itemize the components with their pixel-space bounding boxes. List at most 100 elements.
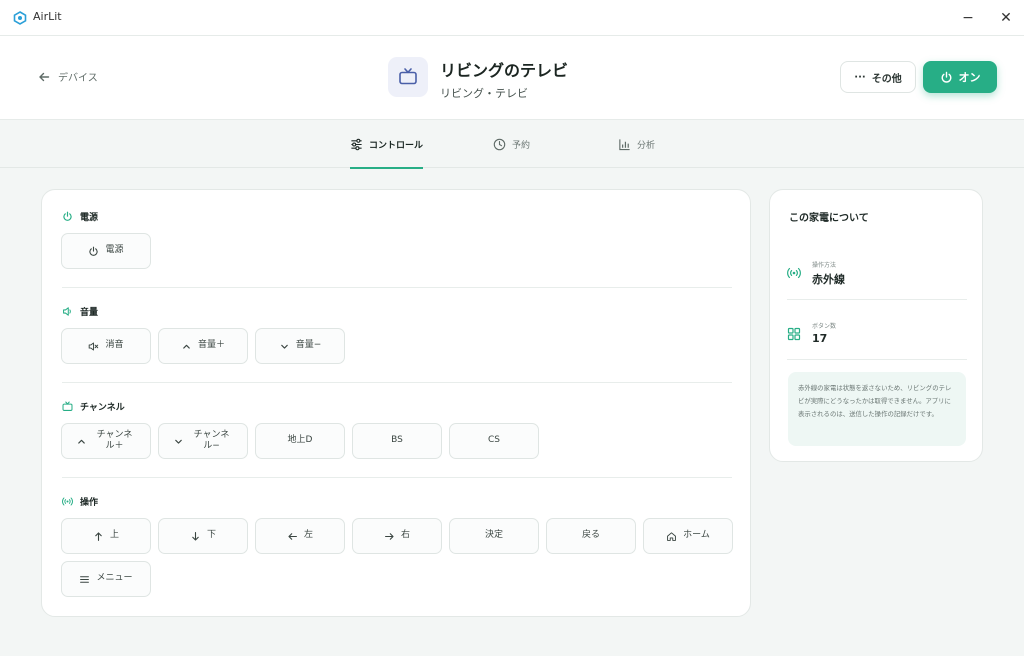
signal-icon xyxy=(787,267,801,279)
power-icon xyxy=(89,246,99,256)
button-count-row: ボタン数 17 xyxy=(787,321,967,351)
device-header: デバイス リビングのテレビ リビング・テレビ ··· その他 オン xyxy=(0,36,1024,120)
arrow-left-icon xyxy=(288,532,297,540)
mute-icon xyxy=(89,341,99,351)
power-icon xyxy=(941,71,951,83)
tab-control-label: コントロール xyxy=(369,141,424,151)
more-options-button[interactable]: ··· その他 xyxy=(840,61,916,93)
left-button[interactable]: 左 xyxy=(255,518,345,554)
power-toggle-button[interactable]: 電源 xyxy=(61,233,151,269)
back-button[interactable]: 戻る xyxy=(546,518,636,554)
menu-label: メニュー xyxy=(96,573,133,584)
power-on-label: オン xyxy=(958,71,981,84)
right-button[interactable]: 右 xyxy=(352,518,442,554)
chevron-up-icon xyxy=(77,439,85,444)
clock-icon xyxy=(493,138,506,151)
bs-button[interactable]: BS xyxy=(352,423,442,459)
channel-down-button[interactable]: チャンネル− xyxy=(158,423,248,459)
tab-schedule[interactable]: 予約 xyxy=(493,121,530,168)
bar-chart-icon xyxy=(619,139,630,151)
title-bar: AirLit − ✕ xyxy=(0,0,1024,36)
device-name: リビングのテレビ xyxy=(440,61,569,80)
ok-label: 決定 xyxy=(484,530,503,541)
terrestrial-button[interactable]: 地上D xyxy=(255,423,345,459)
cs-label: CS xyxy=(488,435,500,446)
device-info-card: この家電について 操作方法 赤外線 ボタン数 17 赤外線の家電は状態を返さない… xyxy=(769,189,983,462)
arrow-right-icon xyxy=(385,532,394,540)
tab-analytics[interactable]: 分析 xyxy=(618,121,655,168)
grid-icon xyxy=(787,327,801,341)
section-divider xyxy=(62,287,732,288)
operation-section-label: 操作 xyxy=(80,498,99,508)
arrow-down-icon xyxy=(192,531,199,541)
right-label: 右 xyxy=(400,530,410,541)
about-title: この家電について xyxy=(789,213,869,224)
section-divider xyxy=(62,477,732,478)
volume-up-button[interactable]: 音量＋ xyxy=(158,328,248,364)
button-count-value: 17 xyxy=(812,332,828,345)
down-label: 下 xyxy=(206,530,216,541)
ok-button[interactable]: 決定 xyxy=(449,518,539,554)
info-divider xyxy=(787,299,967,300)
close-window-button[interactable]: ✕ xyxy=(986,0,1024,36)
chevron-down-icon xyxy=(280,344,288,349)
menu-icon xyxy=(80,575,90,583)
chevron-up-icon xyxy=(183,344,190,349)
section-divider xyxy=(62,382,732,383)
tab-schedule-label: 予約 xyxy=(512,141,531,151)
channel-section-title: チャンネル xyxy=(62,400,125,413)
power-icon xyxy=(63,211,72,221)
info-divider xyxy=(787,359,967,360)
signal-icon xyxy=(62,497,73,506)
device-icon-tile xyxy=(388,57,428,97)
volume-down-button[interactable]: 音量− xyxy=(255,328,345,364)
device-subtitle: リビング・テレビ xyxy=(440,87,528,100)
back-to-devices-link[interactable]: デバイス xyxy=(38,69,98,84)
control-method-label: 操作方法 xyxy=(812,262,837,269)
tab-control[interactable]: コントロール xyxy=(350,121,424,169)
volume-section-label: 音量 xyxy=(80,308,99,318)
infrared-note: 赤外線の家電は状態を返さないため、リビングのテレビが実際にどうなったかは取得でき… xyxy=(788,372,966,446)
controls-card: 電源 電源 音量 消音 音量＋ 音量− チャンネル チャンネル＋ チャンネル− … xyxy=(41,189,751,617)
arrow-up-icon xyxy=(95,531,102,541)
channel-up-button[interactable]: チャンネル＋ xyxy=(61,423,151,459)
tab-analytics-label: 分析 xyxy=(637,141,656,151)
home-icon xyxy=(667,531,677,541)
tv-icon xyxy=(62,401,73,411)
mute-button[interactable]: 消音 xyxy=(61,328,151,364)
channel-up-label: チャンネル＋ xyxy=(96,429,133,451)
menu-button[interactable]: メニュー xyxy=(61,561,151,597)
power-on-button[interactable]: オン xyxy=(923,61,997,93)
up-label: 上 xyxy=(109,530,119,541)
back-label: 戻る xyxy=(581,530,600,541)
up-button[interactable]: 上 xyxy=(61,518,151,554)
tv-icon xyxy=(399,68,417,85)
app-title: AirLit xyxy=(33,10,62,23)
left-label: 左 xyxy=(303,530,313,541)
app-logo-icon xyxy=(13,11,27,25)
sliders-icon xyxy=(351,138,362,151)
speaker-icon xyxy=(63,307,71,316)
tab-bar: コントロール 予約 分析 xyxy=(0,121,1024,169)
cs-button[interactable]: CS xyxy=(449,423,539,459)
operation-section-title: 操作 xyxy=(62,495,98,508)
minimize-button[interactable]: − xyxy=(948,0,988,36)
more-label: その他 xyxy=(871,73,902,85)
bs-label: BS xyxy=(391,435,403,446)
home-label: ホーム xyxy=(683,530,710,541)
power-button-label: 電源 xyxy=(105,245,124,256)
control-method-value: 赤外線 xyxy=(812,273,845,286)
terrestrial-label: 地上D xyxy=(287,435,313,446)
volume-section-title: 音量 xyxy=(62,305,98,318)
home-button[interactable]: ホーム xyxy=(643,518,733,554)
power-section-label: 電源 xyxy=(80,213,99,223)
back-label: デバイス xyxy=(58,73,98,84)
control-method-row: 操作方法 赤外線 xyxy=(787,260,967,290)
down-button[interactable]: 下 xyxy=(158,518,248,554)
volume-down-label: 音量− xyxy=(295,340,322,351)
chevron-down-icon xyxy=(174,439,182,444)
ellipsis-icon: ··· xyxy=(854,71,866,83)
channel-section-label: チャンネル xyxy=(80,403,125,413)
button-count-label: ボタン数 xyxy=(812,323,837,330)
mute-label: 消音 xyxy=(105,340,124,351)
